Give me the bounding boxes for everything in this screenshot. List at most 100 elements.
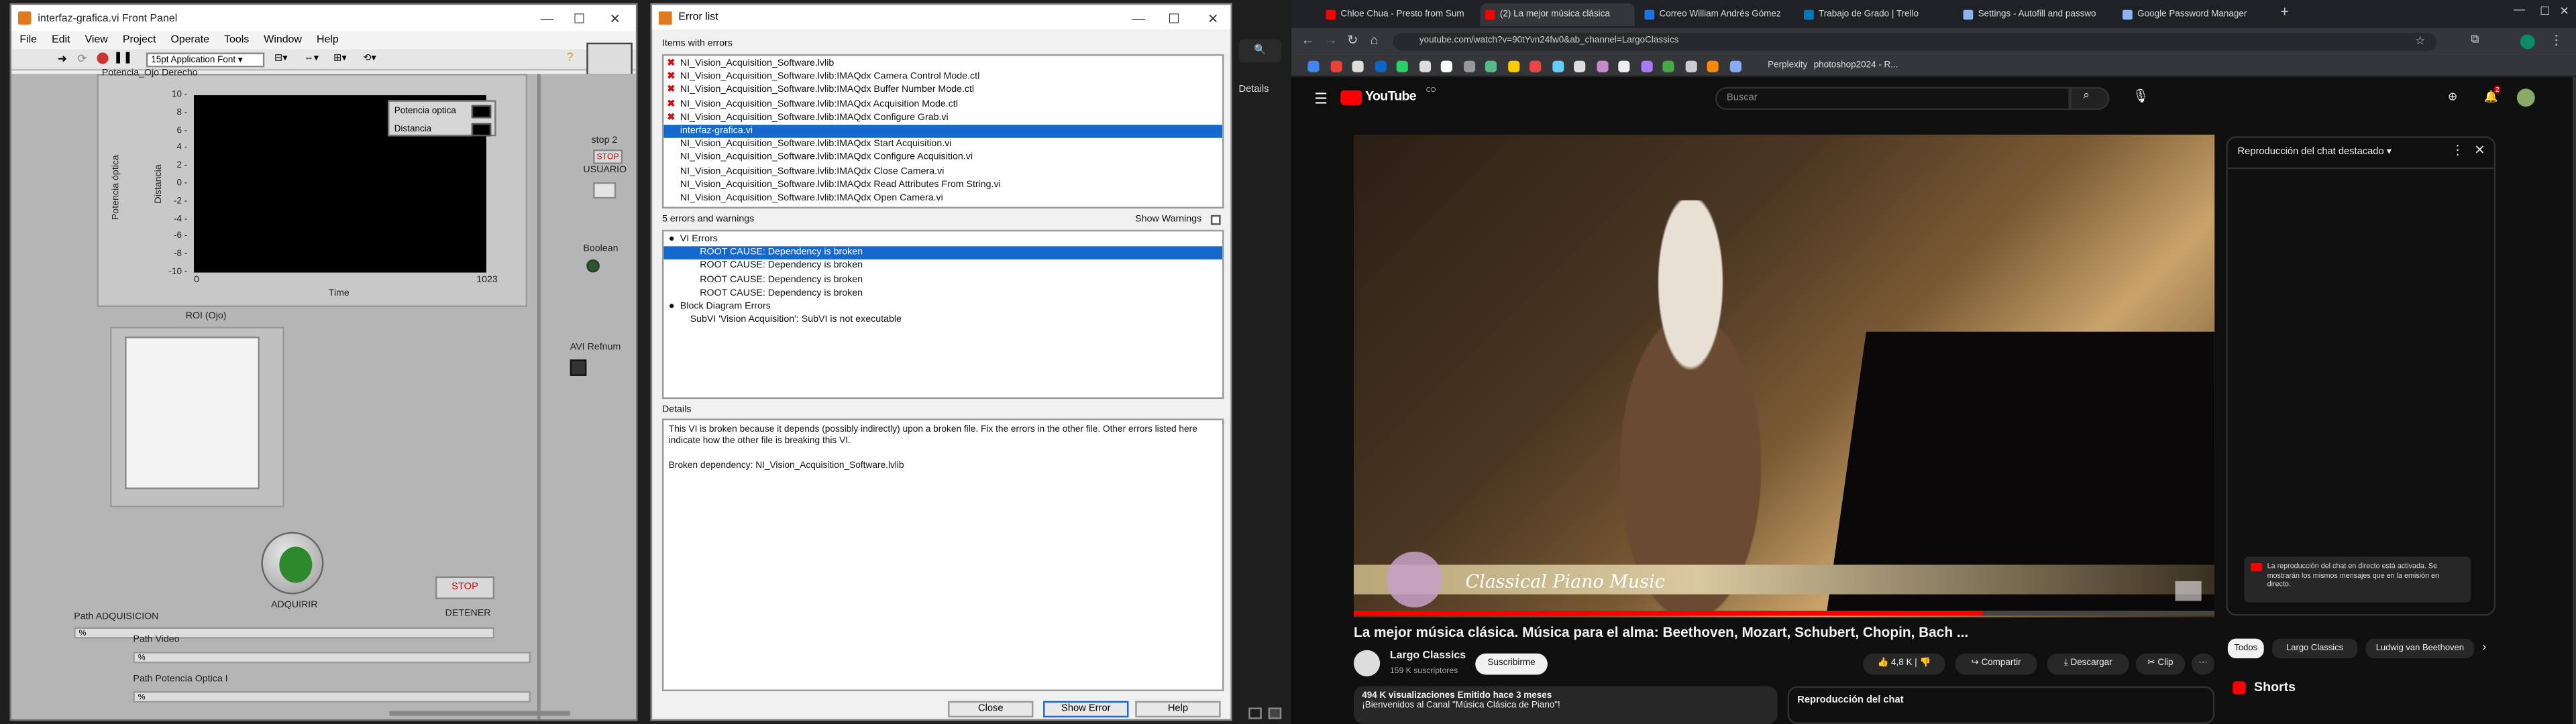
create-icon[interactable]: ⊕ [2448, 90, 2457, 103]
menu-project[interactable]: Project [123, 34, 156, 46]
maximize-icon[interactable]: ☐ [2540, 5, 2550, 18]
font-select[interactable]: 15pt Application Font ▾ [146, 52, 265, 68]
bookmark-favicon-icon[interactable] [1574, 60, 1586, 72]
channel-name[interactable]: Largo Classics [1390, 650, 1466, 662]
help-icon[interactable]: ? [567, 52, 574, 64]
youtube-logo-text[interactable]: YouTube [1365, 88, 1416, 103]
error-item-row[interactable]: NI_Vision_Acquisition_Software.lvlib:IMA… [663, 138, 1222, 152]
abort-icon[interactable] [97, 52, 109, 64]
error-item-row[interactable]: ✖ NI_Vision_Acquisition_Software.lvlib:IM… [663, 111, 1222, 125]
bookmark-perplexity[interactable]: Perplexity [1768, 61, 1807, 71]
error-tree-row[interactable]: ROOT CAUSE: Dependency is broken [663, 274, 1222, 287]
minimize-icon[interactable]: — [1132, 11, 1145, 26]
bookmark-favicon-icon[interactable] [1352, 60, 1364, 72]
bookmark-favicon-icon[interactable] [1462, 60, 1474, 72]
subscribe-button[interactable]: Suscribirme [1475, 653, 1548, 675]
browser-tab[interactable]: (2) La mejor música clásica [1480, 3, 1635, 27]
back-icon[interactable]: ← [1301, 33, 1315, 48]
bookmark-favicon-icon[interactable] [1374, 60, 1386, 72]
like-button[interactable]: 👍 4,8 K | 👎 [1863, 653, 1945, 675]
channel-avatar[interactable] [1353, 650, 1381, 676]
bookmark-star-icon[interactable]: ☆ [2415, 34, 2425, 48]
error-item-row[interactable]: NI_Vision_Acquisition_Software.lvlib:IMA… [663, 165, 1222, 178]
run-continuously-icon[interactable]: ⟳ [77, 52, 87, 66]
download-button[interactable]: ⤓ Descargar [2047, 653, 2129, 675]
error-item-row[interactable]: ✖ NI_Vision_Acquisition_Software.lvlib [663, 58, 1222, 71]
error-item-row[interactable]: interfaz-grafica.vi [663, 124, 1223, 139]
chat-header[interactable]: Reproducción del chat destacado ▾ [2238, 146, 2392, 158]
description-box[interactable]: 494 K visualizaciones Emitido hace 3 mes… [1353, 686, 1778, 724]
avi-refnum-icon[interactable] [570, 359, 587, 376]
maximize-icon[interactable]: ☐ [574, 11, 586, 26]
stop2-button[interactable]: STOP [593, 149, 623, 164]
show-warnings-checkbox[interactable] [1210, 215, 1221, 225]
youtube-logo-icon[interactable] [1340, 90, 1362, 105]
adquirir-button[interactable] [261, 532, 324, 595]
minimize-icon[interactable]: — [541, 11, 554, 26]
filter-chip[interactable]: Largo Classics [2271, 638, 2358, 659]
error-item-row[interactable]: NI_Vision_Acquisition_Software.lvlib:IMA… [663, 192, 1222, 205]
align-icon[interactable]: ⊟▾ [274, 52, 288, 64]
account-avatar[interactable] [2516, 88, 2535, 107]
menu-help[interactable]: Help [317, 34, 339, 46]
distribute-icon[interactable]: ⇔▾ [304, 52, 319, 64]
chat-close-icon[interactable]: ✕ [2474, 143, 2485, 158]
browser-tab[interactable]: Google Password Manager [2118, 3, 2272, 26]
mic-icon[interactable]: 🎙 [2133, 88, 2149, 103]
reorder-icon[interactable]: ⟲▾ [363, 52, 376, 64]
close-icon[interactable]: ✕ [610, 11, 621, 26]
bookmark-favicon-icon[interactable] [1485, 60, 1497, 72]
extensions-icon[interactable]: ⧉ [2471, 34, 2479, 48]
youtube-search-input[interactable]: Buscar [1715, 86, 2070, 111]
show-error-button[interactable]: Show Error [1043, 701, 1129, 718]
filter-chip[interactable]: Todos [2227, 638, 2264, 659]
chat-replay-box[interactable]: Reproducción del chat [1787, 686, 2215, 724]
menu-window[interactable]: Window [264, 34, 302, 46]
horizontal-scrollbar[interactable] [389, 711, 570, 716]
browser-tab[interactable]: Trabajo de Grado | Trello [1799, 3, 1953, 26]
bookmark-favicon-icon[interactable] [1618, 60, 1630, 72]
bookmark-favicon-icon[interactable] [1552, 60, 1564, 72]
error-tree-row[interactable]: SubVI 'Vision Acquisition': SubVI is not… [663, 314, 1222, 327]
legend-item[interactable]: Distancia [389, 120, 494, 138]
bookmark-favicon-icon[interactable] [1418, 60, 1430, 72]
plot-legend[interactable]: Potencia optica Distancia [387, 100, 496, 138]
menu-operate[interactable]: Operate [170, 34, 209, 46]
bookmark-favicon-icon[interactable] [1529, 60, 1542, 72]
error-item-row[interactable]: ✖ NI_Vision_Acquisition_Software.lvlib:IM… [663, 71, 1222, 84]
strip-search-icon[interactable]: 🔍 [1238, 39, 1282, 63]
bookmark-favicon-icon[interactable] [1507, 60, 1519, 72]
forward-icon[interactable]: → [1324, 33, 1338, 48]
bookmark-favicon-icon[interactable] [1307, 60, 1320, 72]
profile-avatar[interactable] [2520, 34, 2535, 50]
video-player[interactable]: Classical Piano Music [1353, 134, 2215, 617]
help-button[interactable]: Help [1135, 701, 1221, 718]
bookmark-favicon-icon[interactable] [1662, 60, 1674, 72]
items-list[interactable]: ✖ NI_Vision_Acquisition_Software.lvlib ✖ NI… [661, 54, 1224, 209]
bookmark-favicon-icon[interactable] [1596, 60, 1608, 72]
bookmark-favicon-icon[interactable] [1729, 60, 1741, 72]
close-icon[interactable]: ✕ [1208, 11, 1218, 26]
progress-bar[interactable] [1353, 611, 2215, 616]
menu-view[interactable]: View [85, 34, 108, 46]
chips-next-icon[interactable]: › [2482, 642, 2486, 654]
error-tree-row[interactable]: ROOT CAUSE: Dependency is broken [663, 260, 1222, 274]
chat-more-icon[interactable]: ⋮ [2451, 143, 2465, 158]
menu-file[interactable]: File [19, 34, 37, 46]
boolean-led[interactable] [586, 259, 600, 273]
error-item-row[interactable]: NI_Vision_Acquisition_Software.lvlib:IMA… [663, 152, 1222, 165]
browser-tab[interactable]: Settings - Autofill and passwo [1958, 3, 2112, 26]
path-pot-field[interactable]: % [133, 691, 531, 703]
hamburger-icon[interactable]: ☰ [1314, 90, 1328, 109]
error-tree-row[interactable]: ROOT CAUSE: Dependency is broken [663, 246, 1223, 260]
run-arrow-icon[interactable]: ➜ [58, 52, 67, 66]
view-grid-icon[interactable] [1248, 707, 1262, 719]
usuario-control[interactable] [593, 182, 616, 199]
search-button[interactable]: ⌕ [2070, 86, 2110, 111]
resize-icon[interactable]: ⊞▾ [333, 52, 347, 64]
view-list-icon[interactable] [1268, 707, 1282, 719]
error-tree-row[interactable]: ● Block Diagram Errors [663, 300, 1222, 314]
legend-item[interactable]: Potencia optica [389, 102, 494, 120]
home-icon[interactable]: ⌂ [1370, 33, 1378, 48]
url-field[interactable]: youtube.com/watch?v=90tYvn24fw0&ab_chann… [1393, 32, 2436, 51]
